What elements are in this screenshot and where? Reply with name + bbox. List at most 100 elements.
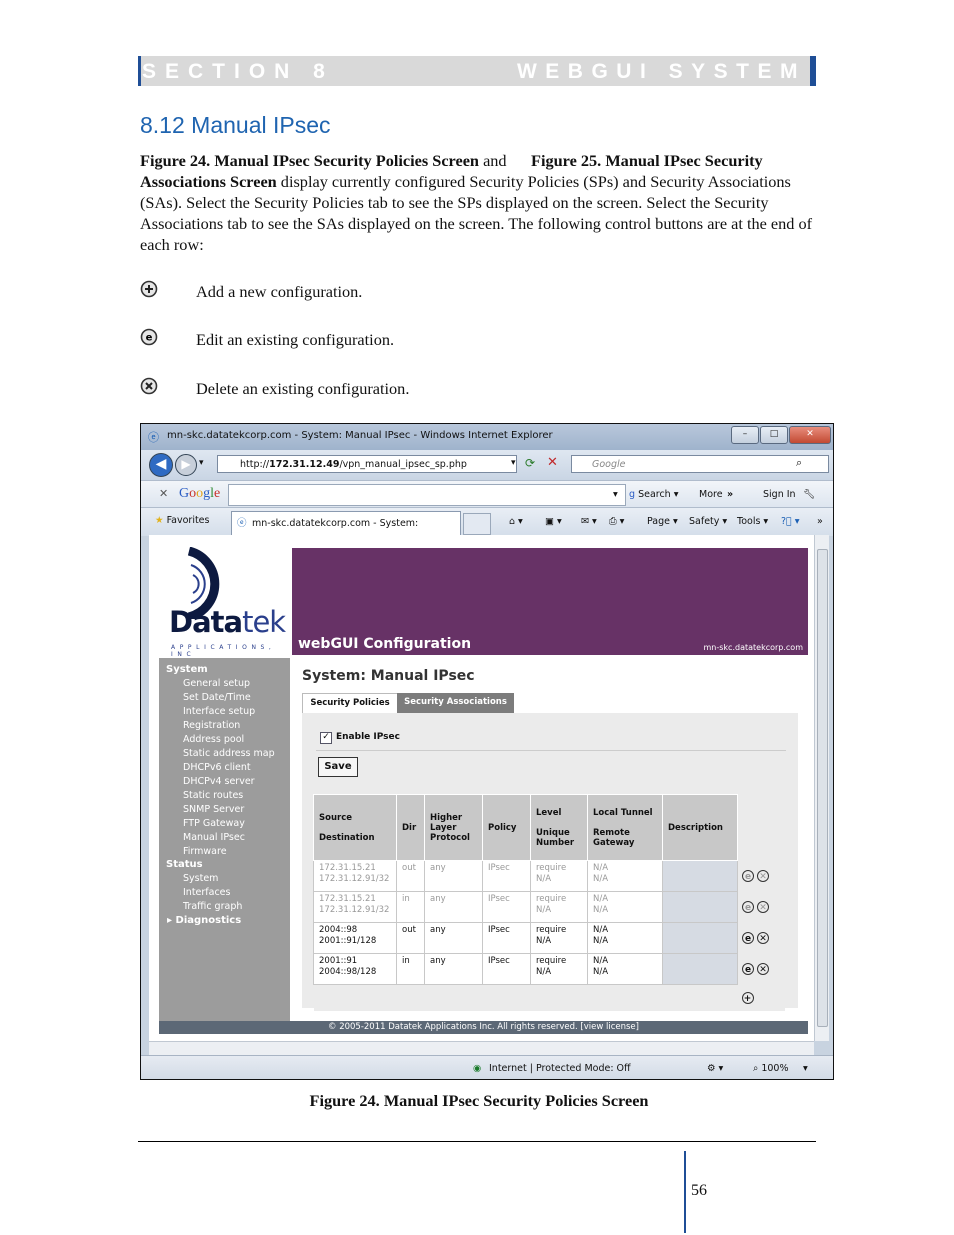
edit-icon[interactable]: e [742,869,754,882]
figure-24-ref: Figure 24. Manual IPsec Security Policie… [140,151,479,170]
protected-mode-icon[interactable]: ⚙ ▾ [707,1063,723,1074]
col-policy: Policy [482,794,531,861]
browser-tab[interactable]: ⓔ mn-skc.datatekcorp.com - System: Manua… [231,511,461,552]
delete-icon[interactable]: ✕ [757,900,769,913]
sidebar-item[interactable]: Address pool [183,734,244,745]
address-bar[interactable]: http://172.31.12.49/vpn_manual_ipsec_sp.… [217,455,517,473]
sidebar-item[interactable]: DHCPv4 server [183,776,255,787]
save-button[interactable]: Save [318,757,358,777]
delete-icon[interactable]: ✕ [757,869,769,882]
edit-icon[interactable]: e [742,931,754,944]
sidebar-item[interactable]: Set Date/Time [183,692,251,703]
sidebar-category-diagnostics[interactable]: ▸ Diagnostics [167,915,241,926]
feeds-icon[interactable]: ▣ ▾ [545,516,562,527]
sidebar-item[interactable]: Static routes [183,790,243,801]
triangle-right-icon: ▸ [167,915,173,926]
sidebar-item[interactable]: Registration [183,720,240,731]
back-button[interactable]: ◀ [149,453,173,477]
tab-security-policies[interactable]: Security Policies [302,693,398,714]
page-title: System: Manual IPsec [302,668,475,684]
sidebar-category-status[interactable]: Status [166,859,203,870]
sidebar-category-system[interactable]: System [166,664,208,675]
refresh-icon[interactable]: ⟳ [525,456,535,470]
page-number: 56 [691,1182,707,1199]
history-dropdown-icon[interactable]: ▾ [199,458,204,468]
search-placeholder: Google [592,459,626,470]
delete-icon[interactable]: ✕ [757,962,769,975]
svg-text:e: e [146,333,153,344]
add-icon [140,280,158,298]
intro-and: and [479,151,507,170]
google-more-button[interactable]: More [699,489,723,500]
google-dropdown-icon[interactable]: ▾ [613,489,618,500]
window-titlebar: ⓔ mn-skc.datatekcorp.com - System: Manua… [141,424,833,450]
col-tunnel: Local Tunnel Remote Gateway [587,794,663,861]
page-number-bar [684,1151,686,1233]
status-bar: ◉ Internet | Protected Mode: Off ⚙ ▾ ⌕ 1… [141,1055,833,1079]
address-dropdown-icon[interactable]: ▾ [511,458,516,468]
sidebar-item[interactable]: Firmware [183,846,227,857]
web-search-input[interactable]: Google [571,455,829,473]
wrench-icon[interactable]: 🔧︎ [803,489,815,500]
control-add: Add a new configuration. [140,280,540,304]
scrollbar-thumb[interactable] [817,549,828,1027]
edit-icon: e [140,328,158,346]
delete-icon[interactable]: ✕ [757,931,769,944]
horizontal-scrollbar[interactable] [149,1041,814,1056]
print-icon[interactable]: ⎙ ▾ [609,516,624,527]
url-prefix: http:// [240,459,270,470]
close-button[interactable]: ✕ [789,426,831,444]
edit-icon[interactable]: e [742,900,754,913]
enable-ipsec-checkbox[interactable]: ✓ [320,732,332,744]
minimize-button[interactable]: – [731,426,759,444]
sidebar-item[interactable]: Static address map [183,748,275,759]
forward-button[interactable]: ▶ [175,454,197,476]
control-edit: e Edit an existing configuration. [140,328,540,352]
control-edit-label: Edit an existing configuration. [196,330,395,349]
control-delete: Delete an existing configuration. [140,377,540,401]
safety-menu[interactable]: Safety ▾ [689,516,727,527]
mail-icon[interactable]: ✉ ▾ [581,516,597,527]
window-title: mn-skc.datatekcorp.com - System: Manual … [167,430,553,441]
control-delete-label: Delete an existing configuration. [196,379,410,398]
sidebar-nav: System General setup Set Date/Time Inter… [159,658,290,1021]
page-menu[interactable]: Page ▾ [647,516,678,527]
zoom-dropdown-icon[interactable]: ▾ [803,1063,808,1074]
section-header: SECTION 8 WEBGUI SYSTEM [138,56,816,86]
banner: webGUI Configuration mn-skc.datatekcorp.… [292,548,808,655]
home-icon[interactable]: ⌂ ▾ [509,516,523,527]
sidebar-item[interactable]: Interfaces [183,887,230,898]
new-tab-button[interactable] [463,513,491,535]
search-magnifier-icon[interactable]: ⌕ [796,456,802,470]
sidebar-item[interactable]: General setup [183,678,250,689]
browser-screenshot: ⓔ mn-skc.datatekcorp.com - System: Manua… [140,423,834,1080]
tools-menu[interactable]: Tools ▾ [737,516,768,527]
zoom-control[interactable]: ⌕ 100% [753,1063,789,1074]
logo-accent: tek [242,605,286,639]
favorites-button[interactable]: ★ Favorites [155,515,209,526]
close-toolbar-icon[interactable]: ✕ [159,487,168,500]
web-page: Datatek APPLICATIONS, INC webGUI Configu… [149,535,828,1041]
google-signin-button[interactable]: Sign In [763,489,796,500]
sidebar-item[interactable]: SNMP Server [183,804,244,815]
star-icon: ★ [155,515,164,526]
google-search-input[interactable] [228,484,626,506]
stop-icon[interactable]: ✕ [547,455,558,470]
help-icon[interactable]: ?⃝ ▾ [781,516,800,527]
google-toolbar: ✕ Google ▾ g Search ▾ More » Sign In 🔧︎ [141,480,833,508]
edit-icon[interactable]: e [742,962,754,975]
tab-security-associations[interactable]: Security Associations [397,693,514,713]
footer-rule [138,1141,816,1142]
google-search-button[interactable]: g Search ▾ [629,489,679,500]
maximize-button[interactable]: □ [760,426,788,444]
sidebar-item[interactable]: Traffic graph [183,901,242,912]
toolbar-overflow-icon[interactable]: » [817,516,823,527]
sidebar-item[interactable]: Interface setup [183,706,255,717]
vertical-scrollbar[interactable] [814,535,829,1041]
section-title: WEBGUI SYSTEM [516,60,806,83]
sidebar-item[interactable]: System [183,873,218,884]
add-icon[interactable]: + [741,991,754,1004]
sidebar-item[interactable]: Manual IPsec [183,832,245,843]
sidebar-item[interactable]: FTP Gateway [183,818,245,829]
sidebar-item[interactable]: DHCPv6 client [183,762,251,773]
